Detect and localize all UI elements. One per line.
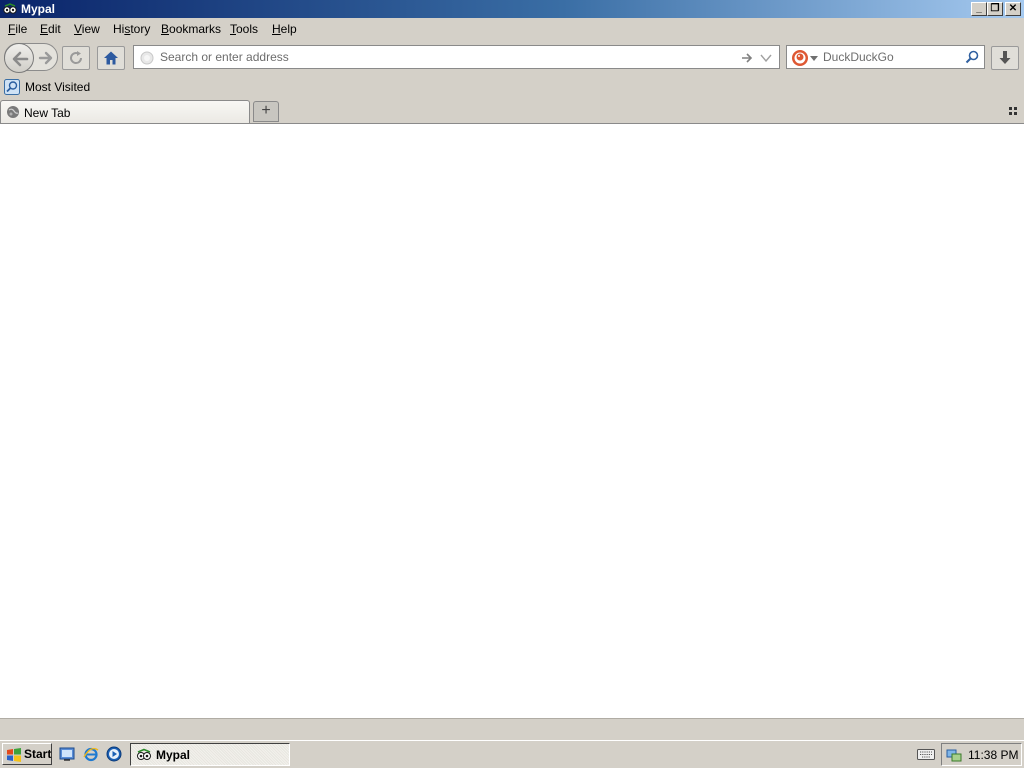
close-button[interactable]: ✕ bbox=[1005, 2, 1021, 16]
status-bar bbox=[0, 718, 1024, 740]
reload-button[interactable] bbox=[62, 46, 90, 70]
engine-dropdown-icon[interactable] bbox=[810, 56, 818, 61]
home-button[interactable] bbox=[97, 46, 125, 70]
back-forward-group bbox=[4, 43, 58, 73]
address-bar[interactable] bbox=[133, 45, 780, 69]
restore-button[interactable]: ❐ bbox=[987, 2, 1003, 16]
menu-bar: File Edit View History Bookmarks Tools H… bbox=[0, 18, 1024, 40]
menu-view[interactable]: View bbox=[74, 22, 100, 36]
tab-strip: New Tab + bbox=[0, 98, 1024, 123]
list-all-tabs-icon[interactable] bbox=[1008, 106, 1018, 116]
new-tab-button[interactable]: + bbox=[253, 101, 279, 122]
menu-view-rest: iew bbox=[81, 22, 100, 36]
mypal-app-icon bbox=[3, 3, 17, 14]
clock[interactable]: 11:38 PM bbox=[968, 748, 1018, 762]
keyboard-icon[interactable] bbox=[917, 747, 935, 761]
bookmarks-toolbar: Most Visited bbox=[0, 76, 1024, 98]
downloads-button[interactable] bbox=[991, 46, 1019, 70]
menu-bookmarks-rest: ookmarks bbox=[169, 22, 222, 36]
globe-icon bbox=[7, 106, 19, 118]
window-titlebar[interactable]: Mypal _ ❐ ✕ bbox=[0, 0, 1024, 18]
menu-help-rest: elp bbox=[280, 22, 297, 36]
media-player-icon[interactable] bbox=[106, 746, 122, 762]
taskbar-mypal-window[interactable]: Mypal bbox=[130, 743, 290, 766]
menu-edit-accesskey: E bbox=[40, 22, 49, 36]
menu-history-pre: Hi bbox=[113, 22, 125, 36]
start-button[interactable]: Start bbox=[2, 743, 52, 765]
tab-new-tab[interactable]: New Tab bbox=[0, 100, 250, 123]
menu-history[interactable]: History bbox=[113, 22, 150, 36]
bookmark-label: Most Visited bbox=[25, 80, 91, 94]
taskbar: Start Mypal 11:38 PM bbox=[0, 740, 1024, 768]
navigation-toolbar bbox=[0, 40, 1024, 76]
menu-bookmarks-accesskey: B bbox=[161, 22, 170, 36]
search-bar[interactable] bbox=[786, 45, 985, 69]
menu-help-accesskey: H bbox=[272, 22, 281, 36]
menu-view-accesskey: V bbox=[74, 22, 82, 36]
menu-help[interactable]: Help bbox=[272, 22, 297, 36]
download-icon bbox=[999, 51, 1011, 64]
internet-explorer-icon[interactable] bbox=[83, 746, 99, 762]
duckduckgo-icon[interactable] bbox=[791, 49, 809, 67]
reload-icon bbox=[70, 51, 83, 64]
back-button[interactable] bbox=[4, 43, 34, 73]
system-tray: 11:38 PM bbox=[941, 743, 1022, 766]
show-desktop-icon[interactable] bbox=[59, 746, 75, 762]
windows-logo-icon bbox=[7, 748, 21, 762]
menu-history-rest: tory bbox=[130, 22, 151, 36]
search-input[interactable] bbox=[823, 49, 963, 65]
menu-file[interactable]: File bbox=[8, 22, 27, 36]
menu-file-rest: ile bbox=[15, 22, 28, 36]
back-arrow-icon bbox=[12, 51, 29, 67]
taskbar-window-label: Mypal bbox=[156, 748, 191, 762]
menu-tools-rest: ools bbox=[236, 22, 259, 36]
most-visited-folder-icon bbox=[4, 79, 20, 95]
network-icon[interactable] bbox=[946, 747, 962, 763]
identity-globe-icon[interactable] bbox=[140, 51, 154, 65]
mypal-taskbar-icon bbox=[137, 748, 151, 760]
start-label: Start bbox=[24, 747, 52, 761]
address-input[interactable] bbox=[160, 49, 740, 65]
page-content[interactable] bbox=[0, 123, 1024, 718]
menu-tools[interactable]: Tools bbox=[230, 22, 258, 36]
tab-label: New Tab bbox=[24, 106, 71, 120]
window-title: Mypal bbox=[21, 2, 56, 16]
go-arrow-icon[interactable] bbox=[740, 51, 754, 65]
minimize-button[interactable]: _ bbox=[971, 2, 987, 16]
home-icon bbox=[104, 51, 118, 65]
menu-edit-rest: dit bbox=[48, 22, 61, 36]
forward-arrow-icon[interactable] bbox=[37, 49, 55, 67]
history-dropdown-icon[interactable] bbox=[760, 54, 772, 62]
menu-bookmarks[interactable]: Bookmarks bbox=[161, 22, 221, 36]
search-icon[interactable] bbox=[965, 50, 979, 64]
menu-edit[interactable]: Edit bbox=[40, 22, 61, 36]
